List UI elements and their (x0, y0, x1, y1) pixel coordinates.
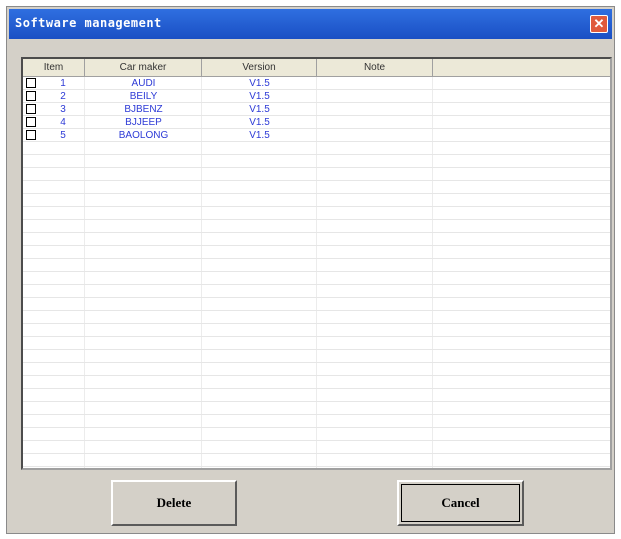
cell-car-maker: BAOLONG (118, 130, 169, 141)
cell-note (317, 116, 433, 129)
cell-item: 4 (60, 117, 66, 128)
cell-version: V1.5 (249, 104, 270, 115)
delete-button[interactable]: Delete (111, 480, 237, 526)
cell-version: V1.5 (249, 91, 270, 102)
column-header-car-maker[interactable]: Car maker (85, 59, 202, 76)
row-checkbox[interactable] (26, 91, 36, 101)
software-management-dialog: Software management ✕ Item Car maker Ver… (6, 6, 615, 534)
cell-note (317, 129, 433, 142)
row-checkbox[interactable] (26, 104, 36, 114)
title-bar[interactable]: Software management ✕ (9, 9, 612, 39)
close-icon[interactable]: ✕ (590, 15, 608, 33)
column-header-note[interactable]: Note (317, 59, 433, 76)
row-checkbox[interactable] (26, 78, 36, 88)
cell-car-maker: BJBENZ (124, 104, 163, 115)
row-checkbox[interactable] (26, 130, 36, 140)
cancel-button[interactable]: Cancel (397, 480, 524, 526)
table-row[interactable]: 5 BAOLONG V1.5 (23, 129, 610, 142)
table-row[interactable]: 2 BEILY V1.5 (23, 90, 610, 103)
list-body: 1 AUDI V1.5 2 BEILY V1.5 3 BJBENZ V1.5 4… (23, 77, 610, 468)
cell-item: 3 (60, 104, 66, 115)
table-row[interactable]: 4 BJJEEP V1.5 (23, 116, 610, 129)
cell-car-maker: AUDI (131, 78, 156, 89)
cell-item: 2 (60, 91, 66, 102)
cell-item: 5 (60, 130, 66, 141)
cell-item: 1 (60, 78, 66, 89)
row-checkbox[interactable] (26, 117, 36, 127)
cell-note (317, 103, 433, 116)
cell-note (317, 90, 433, 103)
software-list[interactable]: Item Car maker Version Note 1 AUDI V1.5 … (21, 57, 612, 470)
column-header-version[interactable]: Version (202, 59, 317, 76)
list-header: Item Car maker Version Note (23, 59, 610, 77)
column-header-item[interactable]: Item (23, 59, 85, 76)
cell-note (317, 77, 433, 90)
cell-version: V1.5 (249, 78, 270, 89)
table-row[interactable]: 3 BJBENZ V1.5 (23, 103, 610, 116)
cell-car-maker: BEILY (129, 91, 158, 102)
cell-car-maker: BJJEEP (125, 117, 162, 128)
table-row[interactable]: 1 AUDI V1.5 (23, 77, 610, 90)
window-title: Software management (15, 16, 162, 30)
cell-version: V1.5 (249, 130, 270, 141)
cell-version: V1.5 (249, 117, 270, 128)
